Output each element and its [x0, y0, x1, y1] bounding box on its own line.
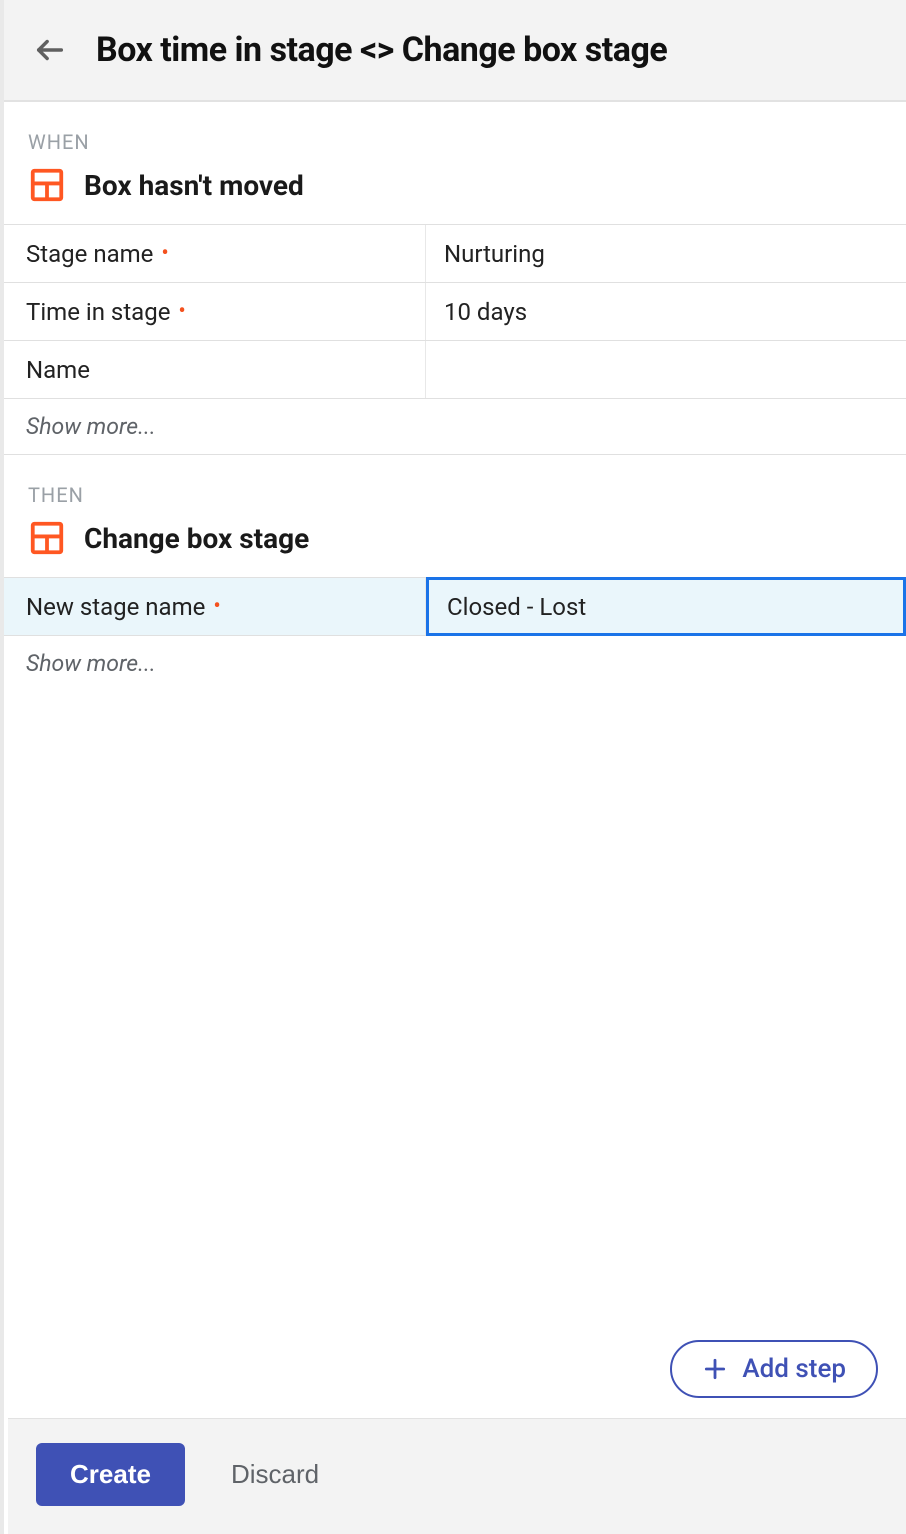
field-row-name[interactable]: Name: [4, 340, 906, 398]
page-title: Box time in stage <> Change box stage: [96, 30, 667, 70]
footer-bar: Create Discard: [8, 1418, 906, 1534]
when-section-label: WHEN: [4, 102, 906, 166]
then-action-row[interactable]: Change box stage: [4, 519, 906, 577]
field-row-stage-name[interactable]: Stage name • Nurturing: [4, 224, 906, 282]
field-label-time-in-stage: Time in stage •: [4, 283, 426, 340]
field-label-new-stage-name: New stage name •: [4, 578, 426, 635]
add-step-wrap: Add step: [8, 1340, 906, 1418]
header-bar: Box time in stage <> Change box stage: [4, 0, 906, 102]
then-show-more-link[interactable]: Show more...: [26, 650, 426, 677]
field-value-time-in-stage[interactable]: 10 days: [426, 283, 906, 340]
back-button[interactable]: [28, 28, 72, 72]
required-dot-icon: •: [161, 243, 168, 265]
field-row-new-stage-name[interactable]: New stage name • Closed - Lost: [4, 577, 906, 635]
add-step-label: Add step: [742, 1354, 846, 1384]
automation-editor-panel: Box time in stage <> Change box stage WH…: [0, 0, 906, 1534]
discard-button[interactable]: Discard: [225, 1458, 325, 1491]
field-value-name[interactable]: [426, 341, 906, 398]
required-dot-icon: •: [213, 596, 220, 618]
field-label-name: Name: [4, 341, 426, 398]
field-label-stage-name: Stage name •: [4, 225, 426, 282]
field-label-text: Name: [26, 356, 90, 384]
add-step-button[interactable]: Add step: [670, 1340, 878, 1398]
plus-icon: [702, 1356, 728, 1382]
field-value-new-stage-name[interactable]: Closed - Lost: [426, 577, 906, 636]
field-value-stage-name[interactable]: Nurturing: [426, 225, 906, 282]
then-action-title: Change box stage: [84, 522, 309, 555]
arrow-left-icon: [33, 33, 67, 67]
required-dot-icon: •: [178, 301, 185, 323]
then-show-more-row: Show more...: [4, 635, 906, 691]
content-area: WHEN Box hasn't moved Stage name • Nurtu…: [4, 102, 906, 1534]
when-trigger-row[interactable]: Box hasn't moved: [4, 166, 906, 224]
box-icon: [28, 166, 66, 204]
field-row-time-in-stage[interactable]: Time in stage • 10 days: [4, 282, 906, 340]
when-show-more-link[interactable]: Show more...: [26, 413, 426, 440]
field-label-text: New stage name: [26, 593, 205, 621]
when-show-more-row: Show more...: [4, 398, 906, 455]
create-button[interactable]: Create: [36, 1443, 185, 1506]
then-section-label: THEN: [4, 455, 906, 519]
footer-area: Add step Create Discard: [8, 1340, 906, 1534]
field-label-text: Time in stage: [26, 298, 170, 326]
box-icon: [28, 519, 66, 557]
when-trigger-title: Box hasn't moved: [84, 169, 304, 202]
field-label-text: Stage name: [26, 240, 153, 268]
